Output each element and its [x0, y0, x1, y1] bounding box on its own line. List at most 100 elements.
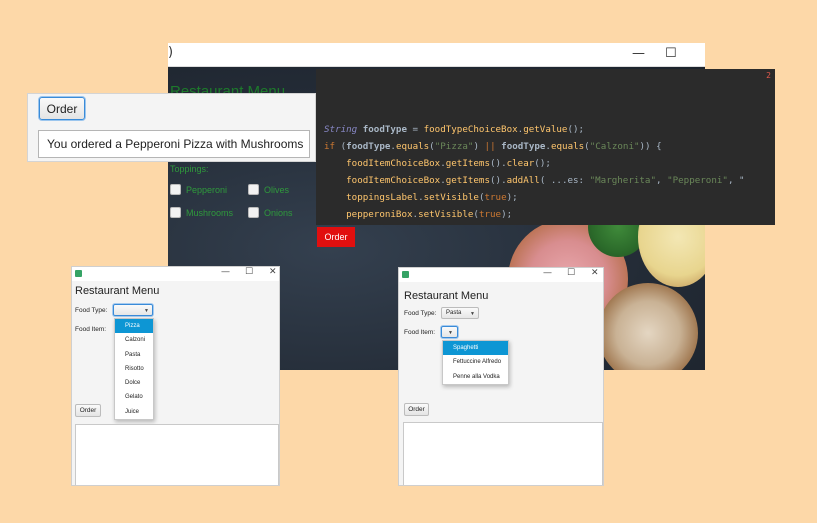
minimize-icon[interactable]: — — [632, 46, 645, 61]
code-token: setVisible — [423, 192, 479, 203]
order-button[interactable]: Order — [39, 97, 85, 120]
title-left-glyph: ) — [168, 45, 174, 60]
code-line: mushroomsBox.setVisible(true); — [324, 223, 775, 225]
close-icon[interactable]: ✕ — [269, 267, 277, 277]
food-item-select[interactable]: ▼ — [441, 326, 458, 338]
maximize-icon[interactable]: ☐ — [245, 267, 253, 277]
code-token: true — [478, 209, 502, 220]
code-token: )) { — [639, 141, 662, 152]
order-button[interactable]: Order — [317, 227, 355, 247]
code-token: getItems — [445, 175, 490, 186]
title-bar: ) — ☐ — [168, 43, 705, 67]
code-editor[interactable]: 2 String foodType = foodTypeChoiceBox.ge… — [316, 69, 775, 225]
code-line: toppingsLabel.setVisible(true); — [324, 189, 775, 206]
gutter-mark: 2 — [766, 71, 771, 80]
menu-item-pasta[interactable]: Pasta — [115, 348, 153, 362]
order-button[interactable]: Order — [75, 404, 101, 417]
food-item-label: Food Item: — [75, 326, 107, 333]
menu-item-gelato[interactable]: Gelato — [115, 390, 153, 404]
title-bar: — ☐ ✕ — [72, 267, 279, 281]
title-bar: — ☐ ✕ — [399, 268, 603, 282]
checkbox-box[interactable] — [170, 184, 181, 195]
order-panel: Order You ordered a Pepperoni Pizza with… — [27, 93, 316, 162]
maximize-icon[interactable]: ☐ — [567, 268, 575, 278]
menu-item-penne-alla-vodka[interactable]: Penne alla Vodka — [443, 370, 508, 384]
minimize-icon[interactable]: — — [221, 267, 230, 277]
code-token: foodTypeChoiceBox — [423, 124, 518, 135]
maximize-icon[interactable]: ☐ — [665, 46, 677, 61]
order-summary-field[interactable]: You ordered a Pepperoni Pizza with Mushr… — [38, 130, 310, 158]
code-line: foodItemChoiceBox.getItems().clear(); — [324, 155, 775, 172]
chevron-down-icon: ▼ — [448, 330, 453, 336]
order-output-area[interactable] — [403, 422, 603, 485]
code-token: foodType — [501, 141, 546, 152]
code-token: ( — [335, 141, 347, 152]
code-token: foodItemChoiceBox — [346, 175, 441, 186]
menu-item-fettuccine-alfredo[interactable]: Fettuccine Alfredo — [443, 355, 508, 369]
code-token: foodItemChoiceBox — [346, 158, 441, 169]
code-token: toppingsLabel — [346, 192, 419, 203]
code-token: ( ...es: — [539, 175, 590, 186]
olives-checkbox[interactable]: Olives — [248, 184, 289, 195]
code-token: (). — [490, 158, 507, 169]
checkbox-label: Pepperoni — [186, 184, 228, 195]
code-token: ); — [506, 192, 518, 203]
window-title: Restaurant Menu — [75, 285, 160, 297]
code-token: "Pizza" — [434, 141, 474, 152]
food-type-label: Food Type: — [75, 307, 108, 314]
code-token: , " — [727, 175, 745, 186]
pepperoni-checkbox[interactable]: Pepperoni — [170, 184, 227, 195]
chevron-down-icon: ▼ — [144, 308, 149, 314]
checkbox-box[interactable] — [170, 207, 181, 218]
menu-item-calzoni[interactable]: Calzoni — [115, 333, 153, 347]
restaurant-window-right: — ☐ ✕ Restaurant Menu Food Type: Pasta ▼… — [398, 267, 604, 486]
code-line: if (foodType.equals("Pizza") || foodType… — [324, 138, 775, 155]
checkbox-label: Olives — [264, 184, 290, 195]
menu-item-dolce[interactable]: Dolce — [115, 376, 153, 390]
code-token: || — [484, 141, 496, 152]
code-token: (). — [490, 175, 507, 186]
onions-checkbox[interactable]: Onions — [248, 207, 293, 218]
checkbox-box[interactable] — [248, 207, 259, 218]
minimize-icon[interactable]: — — [543, 268, 552, 278]
app-icon — [75, 270, 82, 277]
code-token: if — [324, 141, 336, 152]
code-token: foodType — [357, 124, 407, 135]
code-token: addAll — [506, 175, 540, 186]
food-type-value: Pasta — [446, 310, 462, 316]
code-token: clear — [506, 158, 535, 169]
toppings-label: Toppings: — [170, 164, 209, 174]
menu-item-risotto[interactable]: Risotto — [115, 362, 153, 376]
food-item-label: Food Item: — [404, 329, 436, 336]
code-token: equals — [395, 141, 430, 152]
order-output-area[interactable] — [75, 424, 279, 485]
code-token: , — [656, 175, 668, 186]
food-type-dropdown: Pizza Calzoni Pasta Risotto Dolce Gelato… — [114, 318, 154, 421]
chevron-down-icon: ▼ — [470, 311, 475, 317]
menu-item-spaghetti[interactable]: Spaghetti — [443, 341, 508, 356]
checkbox-label: Mushrooms — [186, 207, 234, 218]
code-token: setVisible — [418, 209, 474, 220]
code-token: "Margherita" — [589, 175, 656, 186]
order-button[interactable]: Order — [404, 403, 429, 416]
food-item-dropdown: Spaghetti Fettuccine Alfredo Penne alla … — [442, 340, 509, 385]
food-type-select[interactable]: Pasta ▼ — [441, 307, 479, 319]
code-token: (); — [567, 124, 585, 135]
close-icon[interactable]: ✕ — [591, 268, 599, 278]
code-token: (); — [534, 158, 551, 169]
app-icon — [402, 271, 409, 278]
checkbox-box[interactable] — [248, 184, 259, 195]
menu-item-pizza[interactable]: Pizza — [115, 319, 153, 334]
code-token: ) — [473, 141, 485, 152]
code-token: ); — [501, 209, 513, 220]
code-token: getValue — [523, 124, 568, 135]
menu-item-juice[interactable]: Juice — [115, 405, 153, 419]
mushrooms-checkbox[interactable]: Mushrooms — [170, 207, 233, 218]
window-title: Restaurant Menu — [404, 290, 489, 302]
food-type-select[interactable]: ▼ — [113, 304, 153, 316]
code-token: "Pepperoni" — [667, 175, 728, 186]
mushroom-bowl-image — [598, 283, 698, 370]
